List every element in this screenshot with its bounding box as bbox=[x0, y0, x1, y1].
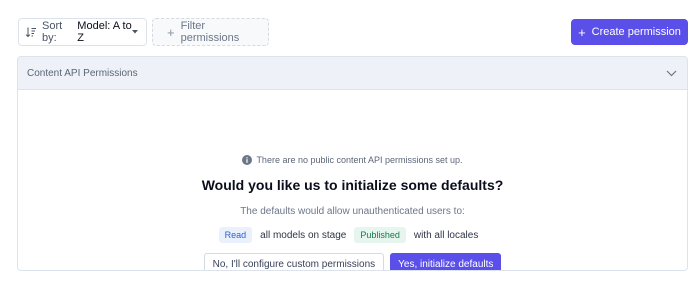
panel-body: There are no public content API permissi… bbox=[18, 90, 687, 270]
read-badge: Read bbox=[218, 227, 253, 243]
defaults-heading: Would you like us to initialize some def… bbox=[201, 177, 504, 193]
toolbar: Sort by: Model: A to Z + Filter permissi… bbox=[0, 0, 700, 56]
models-stage-text: all models on stage bbox=[260, 229, 347, 241]
initialize-defaults-button[interactable]: Yes, initialize defaults bbox=[390, 253, 502, 270]
configure-custom-permissions-button[interactable]: No, I'll configure custom permissions bbox=[203, 253, 385, 270]
plus-icon: + bbox=[167, 24, 175, 40]
info-message: There are no public content API permissi… bbox=[18, 155, 687, 165]
panel-header[interactable]: Content API Permissions bbox=[18, 57, 687, 90]
panel-title: Content API Permissions bbox=[27, 67, 138, 79]
locales-text: with all locales bbox=[413, 229, 479, 241]
create-permission-button[interactable]: + Create permission bbox=[571, 19, 688, 45]
published-badge: Published bbox=[354, 227, 406, 243]
sort-icon bbox=[25, 26, 37, 38]
sort-label: Sort by: bbox=[42, 20, 63, 44]
defaults-summary: Read all models on stage Published with … bbox=[18, 227, 687, 243]
sort-dropdown[interactable]: Sort by: Model: A to Z bbox=[18, 18, 147, 46]
create-permission-label: Create permission bbox=[591, 26, 681, 38]
info-text: There are no public content API permissi… bbox=[256, 155, 463, 165]
info-icon bbox=[242, 155, 253, 165]
permissions-panel: Content API Permissions There are no pub… bbox=[17, 56, 688, 271]
caret-down-icon bbox=[132, 30, 138, 34]
chevron-down-icon[interactable] bbox=[666, 70, 677, 77]
plus-icon: + bbox=[578, 24, 586, 40]
filter-permissions-label: Filter permissions bbox=[180, 20, 240, 44]
filter-permissions-button[interactable]: + Filter permissions bbox=[152, 18, 269, 46]
sort-value: Model: A to Z bbox=[77, 20, 132, 44]
defaults-description: The defaults would allow unauthenticated… bbox=[240, 206, 465, 217]
action-buttons: No, I'll configure custom permissions Ye… bbox=[18, 253, 687, 270]
